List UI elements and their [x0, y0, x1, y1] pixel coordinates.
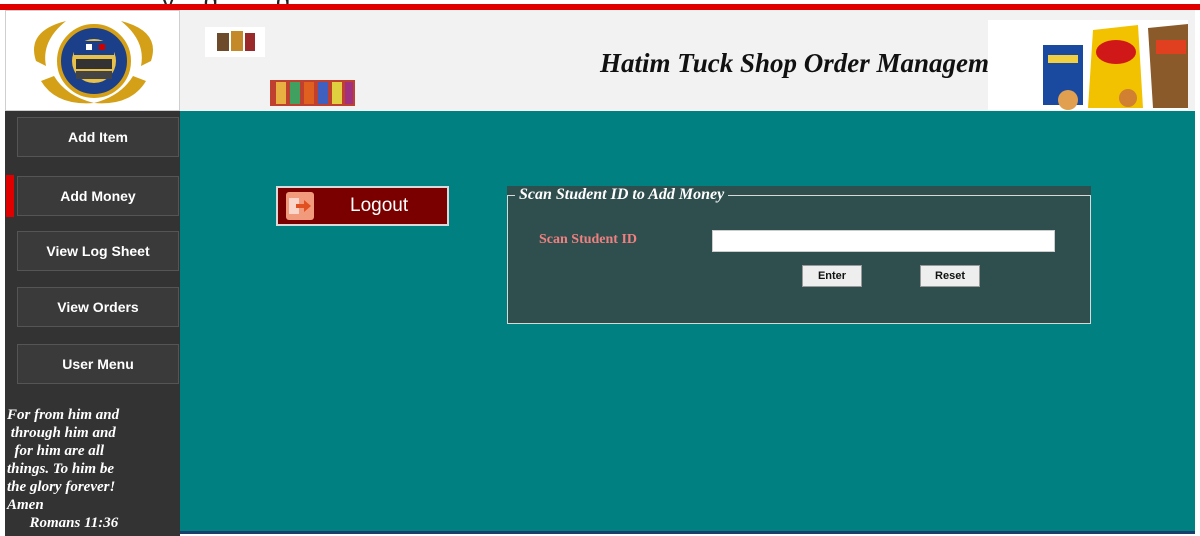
- school-crest-icon: [34, 21, 153, 104]
- scan-student-panel: Scan Student ID to Add Money Scan Studen…: [507, 186, 1091, 324]
- school-logo: [5, 10, 180, 111]
- snack-shelf-image: [270, 78, 355, 108]
- bible-verse-text: For from him and through him and for him…: [7, 407, 120, 531]
- snacks-product-image: [988, 20, 1188, 110]
- main-content: Logout Scan Student ID to Add Money Scan…: [180, 111, 1195, 534]
- scan-student-id-label: Scan Student ID: [539, 232, 638, 247]
- logout-label: Logout: [350, 195, 409, 216]
- sidebar-item-label: Add Money: [60, 188, 136, 204]
- logout-button[interactable]: Logout: [276, 186, 449, 226]
- panel-frame: [507, 195, 1091, 324]
- reset-button[interactable]: Reset: [920, 265, 980, 287]
- page-title: Hatim Tuck Shop Order Management: [600, 48, 1024, 78]
- panel-legend: Scan Student ID to Add Money: [515, 186, 729, 204]
- sidebar-item-view-log-sheet[interactable]: View Log Sheet: [17, 231, 179, 271]
- sidebar-item-add-money[interactable]: Add Money: [6, 175, 179, 217]
- sidebar-item-user-menu[interactable]: User Menu: [17, 344, 179, 384]
- sidebar-item-add-item[interactable]: Add Item: [17, 117, 179, 157]
- app-header: Hatim Tuck Shop Order Management: [180, 10, 1195, 112]
- enter-button[interactable]: Enter: [802, 265, 862, 287]
- snack-thumbnail-image: [205, 27, 265, 57]
- student-id-input[interactable]: [712, 230, 1055, 252]
- sidebar: Add Item Add Money View Log Sheet View O…: [5, 111, 180, 536]
- sidebar-item-view-orders[interactable]: View Orders: [17, 287, 179, 327]
- exit-arrow-icon: [286, 192, 314, 220]
